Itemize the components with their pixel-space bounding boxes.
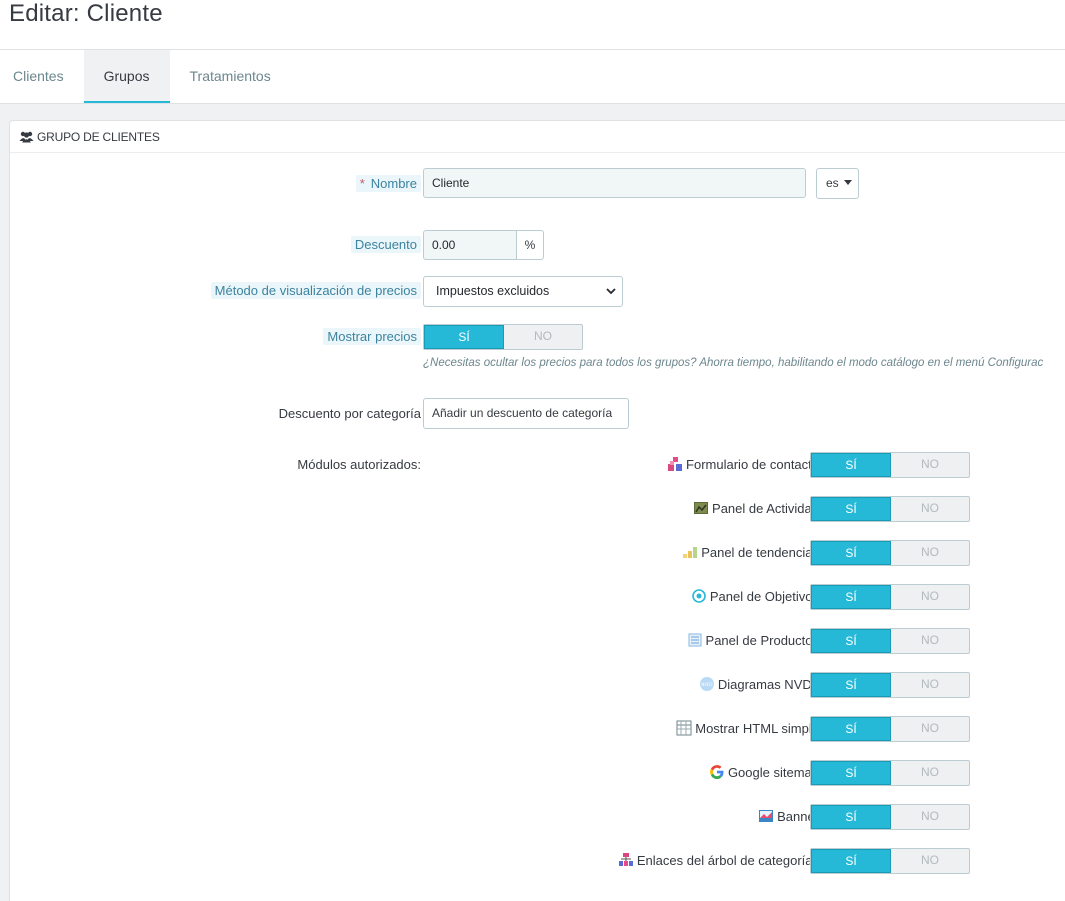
module-switch[interactable]: SÍ NO [810, 672, 970, 698]
module-switch-yes[interactable]: SÍ [811, 453, 891, 477]
show-prices-yes[interactable]: SÍ [424, 325, 504, 349]
module-switch-no[interactable]: NO [891, 717, 969, 741]
category-tree-icon [618, 852, 634, 868]
tab-grupos[interactable]: Grupos [83, 50, 170, 104]
goals-panel-icon [691, 588, 707, 604]
module-switch-no[interactable]: NO [891, 849, 969, 873]
header-bottom-border [0, 103, 1065, 104]
module-name: Panel de Actividad [712, 500, 819, 516]
module-label: Formulario de contacto [667, 456, 819, 472]
simple-html-icon [676, 720, 692, 736]
discount-input[interactable]: 0.00 [423, 230, 517, 260]
show-prices-help: ¿Necesitas ocultar los precios para todo… [423, 357, 1044, 369]
module-switch-yes[interactable]: SÍ [811, 761, 891, 785]
module-switch-yes[interactable]: SÍ [811, 717, 891, 741]
module-name: Panel de tendencias [701, 544, 819, 560]
module-switch-no[interactable]: NO [891, 497, 969, 521]
users-icon [19, 131, 34, 142]
add-category-discount-button[interactable]: Añadir un descuento de categoría [423, 398, 629, 429]
price-display-label: Método de visualización de precios [210, 282, 421, 299]
panel-heading: GRUPO DE CLIENTES [10, 121, 1065, 153]
name-label: * Nombre [355, 175, 421, 192]
modules-label: Módulos autorizados: [297, 457, 421, 472]
module-label: Mostrar HTML simple [676, 720, 819, 736]
tab-bar: Clientes Grupos Tratamientos [0, 50, 291, 104]
discount-label: Descuento [350, 236, 421, 253]
banner-icon [758, 808, 774, 824]
contact-form-icon [667, 456, 683, 472]
module-switch-no[interactable]: NO [891, 673, 969, 697]
module-name: Mostrar HTML simple [695, 720, 819, 736]
module-label: Panel de tendencias [682, 544, 819, 560]
module-name: Google sitemap [727, 764, 819, 780]
show-prices-no[interactable]: NO [504, 325, 582, 349]
module-name: Enlaces del árbol de categorías [636, 852, 819, 868]
show-prices-switch[interactable]: SÍ NO [423, 324, 583, 350]
trends-panel-icon [682, 544, 698, 560]
price-display-select[interactable]: Impuestos excluidos [423, 276, 623, 307]
tab-tratamientos[interactable]: Tratamientos [170, 50, 291, 104]
caret-down-icon [844, 180, 853, 185]
module-switch[interactable]: SÍ NO [810, 716, 970, 742]
module-switch-yes[interactable]: SÍ [811, 585, 891, 609]
svg-text:NVD3: NVD3 [701, 682, 713, 687]
module-name: Panel de Productos [705, 632, 819, 648]
required-mark: * [359, 176, 365, 191]
module-switch-yes[interactable]: SÍ [811, 629, 891, 653]
page-header: Editar: Cliente Clientes Grupos Tratamie… [0, 0, 1065, 104]
module-switch-yes[interactable]: SÍ [811, 849, 891, 873]
module-label: Panel de Objetivos [691, 588, 819, 604]
nvd3-charts-icon: NVD3 [699, 676, 715, 692]
module-label: Google sitemap [709, 764, 819, 780]
module-switch-no[interactable]: NO [891, 761, 969, 785]
activity-panel-icon [693, 500, 709, 516]
module-name: Formulario de contacto [686, 456, 819, 472]
chevron-down-icon [606, 288, 616, 295]
module-label: NVD3 Diagramas NVD3 [699, 676, 819, 692]
module-label: Panel de Productos [687, 632, 819, 648]
module-switch[interactable]: SÍ NO [810, 540, 970, 566]
module-switch-no[interactable]: NO [891, 453, 969, 477]
name-input[interactable]: Cliente [423, 168, 806, 198]
module-switch-no[interactable]: NO [891, 629, 969, 653]
module-label: Enlaces del árbol de categorías [618, 852, 819, 868]
module-switch[interactable]: SÍ NO [810, 760, 970, 786]
products-panel-icon [687, 632, 703, 648]
module-switch[interactable]: SÍ NO [810, 496, 970, 522]
module-switch-no[interactable]: NO [891, 805, 969, 829]
module-switch[interactable]: SÍ NO [810, 628, 970, 654]
module-switch[interactable]: SÍ NO [810, 804, 970, 830]
language-dropdown[interactable]: es [816, 168, 859, 199]
tab-clientes[interactable]: Clientes [0, 50, 84, 104]
module-switch[interactable]: SÍ NO [810, 848, 970, 874]
module-name: Panel de Objetivos [709, 588, 819, 604]
show-prices-label: Mostrar precios [323, 328, 421, 345]
module-switch-yes[interactable]: SÍ [811, 673, 891, 697]
module-switch-yes[interactable]: SÍ [811, 805, 891, 829]
customer-group-panel: GRUPO DE CLIENTES * Nombre Cliente es Des… [9, 120, 1065, 901]
panel-title: GRUPO DE CLIENTES [37, 129, 160, 144]
page-title: Editar: Cliente [9, 0, 163, 27]
google-icon [709, 764, 725, 780]
module-switch-no[interactable]: NO [891, 585, 969, 609]
module-switch-yes[interactable]: SÍ [811, 541, 891, 565]
module-name: Diagramas NVD3 [717, 676, 819, 692]
module-switch-yes[interactable]: SÍ [811, 497, 891, 521]
module-switch-no[interactable]: NO [891, 541, 969, 565]
module-label: Panel de Actividad [693, 500, 819, 516]
module-switch[interactable]: SÍ NO [810, 452, 970, 478]
category-discount-label: Descuento por categoría [278, 406, 421, 421]
percent-addon: % [517, 230, 544, 260]
module-switch[interactable]: SÍ NO [810, 584, 970, 610]
